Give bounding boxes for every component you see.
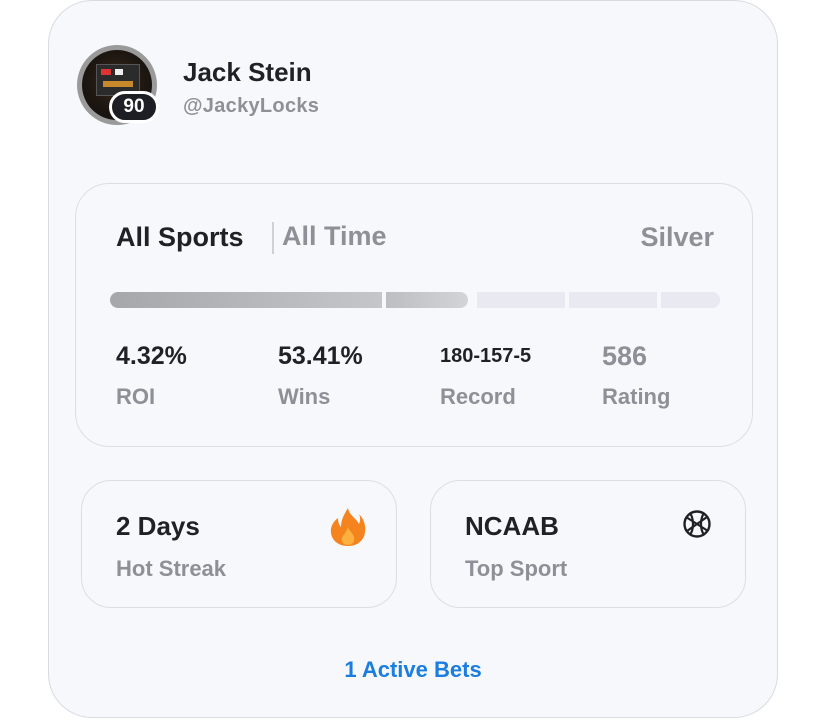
avatar-container[interactable]: 90	[77, 45, 159, 125]
progress-segment-2	[386, 292, 468, 308]
metric-value: 586	[602, 340, 648, 371]
metric-label: Wins	[278, 384, 331, 409]
profile-handle: @JackyLocks	[183, 95, 320, 117]
sport-filter-tab[interactable]: All Sports	[116, 222, 244, 253]
filter-divider	[272, 222, 274, 254]
progress-segment-3	[477, 292, 565, 308]
top-sport-title: NCAAB	[465, 511, 559, 541]
metric-record: 180-157-5 Record	[440, 340, 531, 410]
metric-value: 4.32%	[116, 341, 187, 370]
metric-roi: 4.32% ROI	[116, 340, 187, 410]
hot-streak-card[interactable]: 2 Days Hot Streak	[81, 480, 397, 608]
profile-name: Jack Stein	[183, 57, 312, 87]
tier-progress-bar	[110, 292, 720, 308]
streak-subtitle: Hot Streak	[116, 556, 227, 581]
basketball-icon	[683, 510, 711, 538]
level-badge: 90	[109, 91, 159, 123]
metric-label: Record	[440, 384, 516, 409]
metric-label: ROI	[116, 384, 156, 409]
progress-segment-4	[569, 292, 657, 308]
metric-wins: 53.41% Wins	[278, 340, 363, 410]
metric-value: 53.41%	[278, 341, 363, 370]
metric-value: 180-157-5	[440, 344, 532, 367]
streak-title: 2 Days	[116, 511, 200, 541]
metric-label: Rating	[602, 384, 671, 409]
progress-segment-1	[110, 292, 382, 308]
fire-icon	[330, 508, 366, 546]
metric-rating: 586 Rating	[602, 340, 670, 410]
time-filter-tab[interactable]: All Time	[282, 221, 387, 252]
tier-label: Silver	[640, 222, 714, 252]
active-bets-link[interactable]: 1 Active Bets	[49, 657, 777, 683]
top-sport-card[interactable]: NCAAB Top Sport	[430, 480, 746, 608]
top-sport-subtitle: Top Sport	[465, 556, 568, 581]
profile-card: 90 Jack Stein @JackyLocks All Sports All…	[48, 0, 778, 718]
progress-segment-5	[661, 292, 720, 308]
stats-panel: All Sports All Time Silver 4.32% ROI 53.…	[75, 183, 753, 447]
